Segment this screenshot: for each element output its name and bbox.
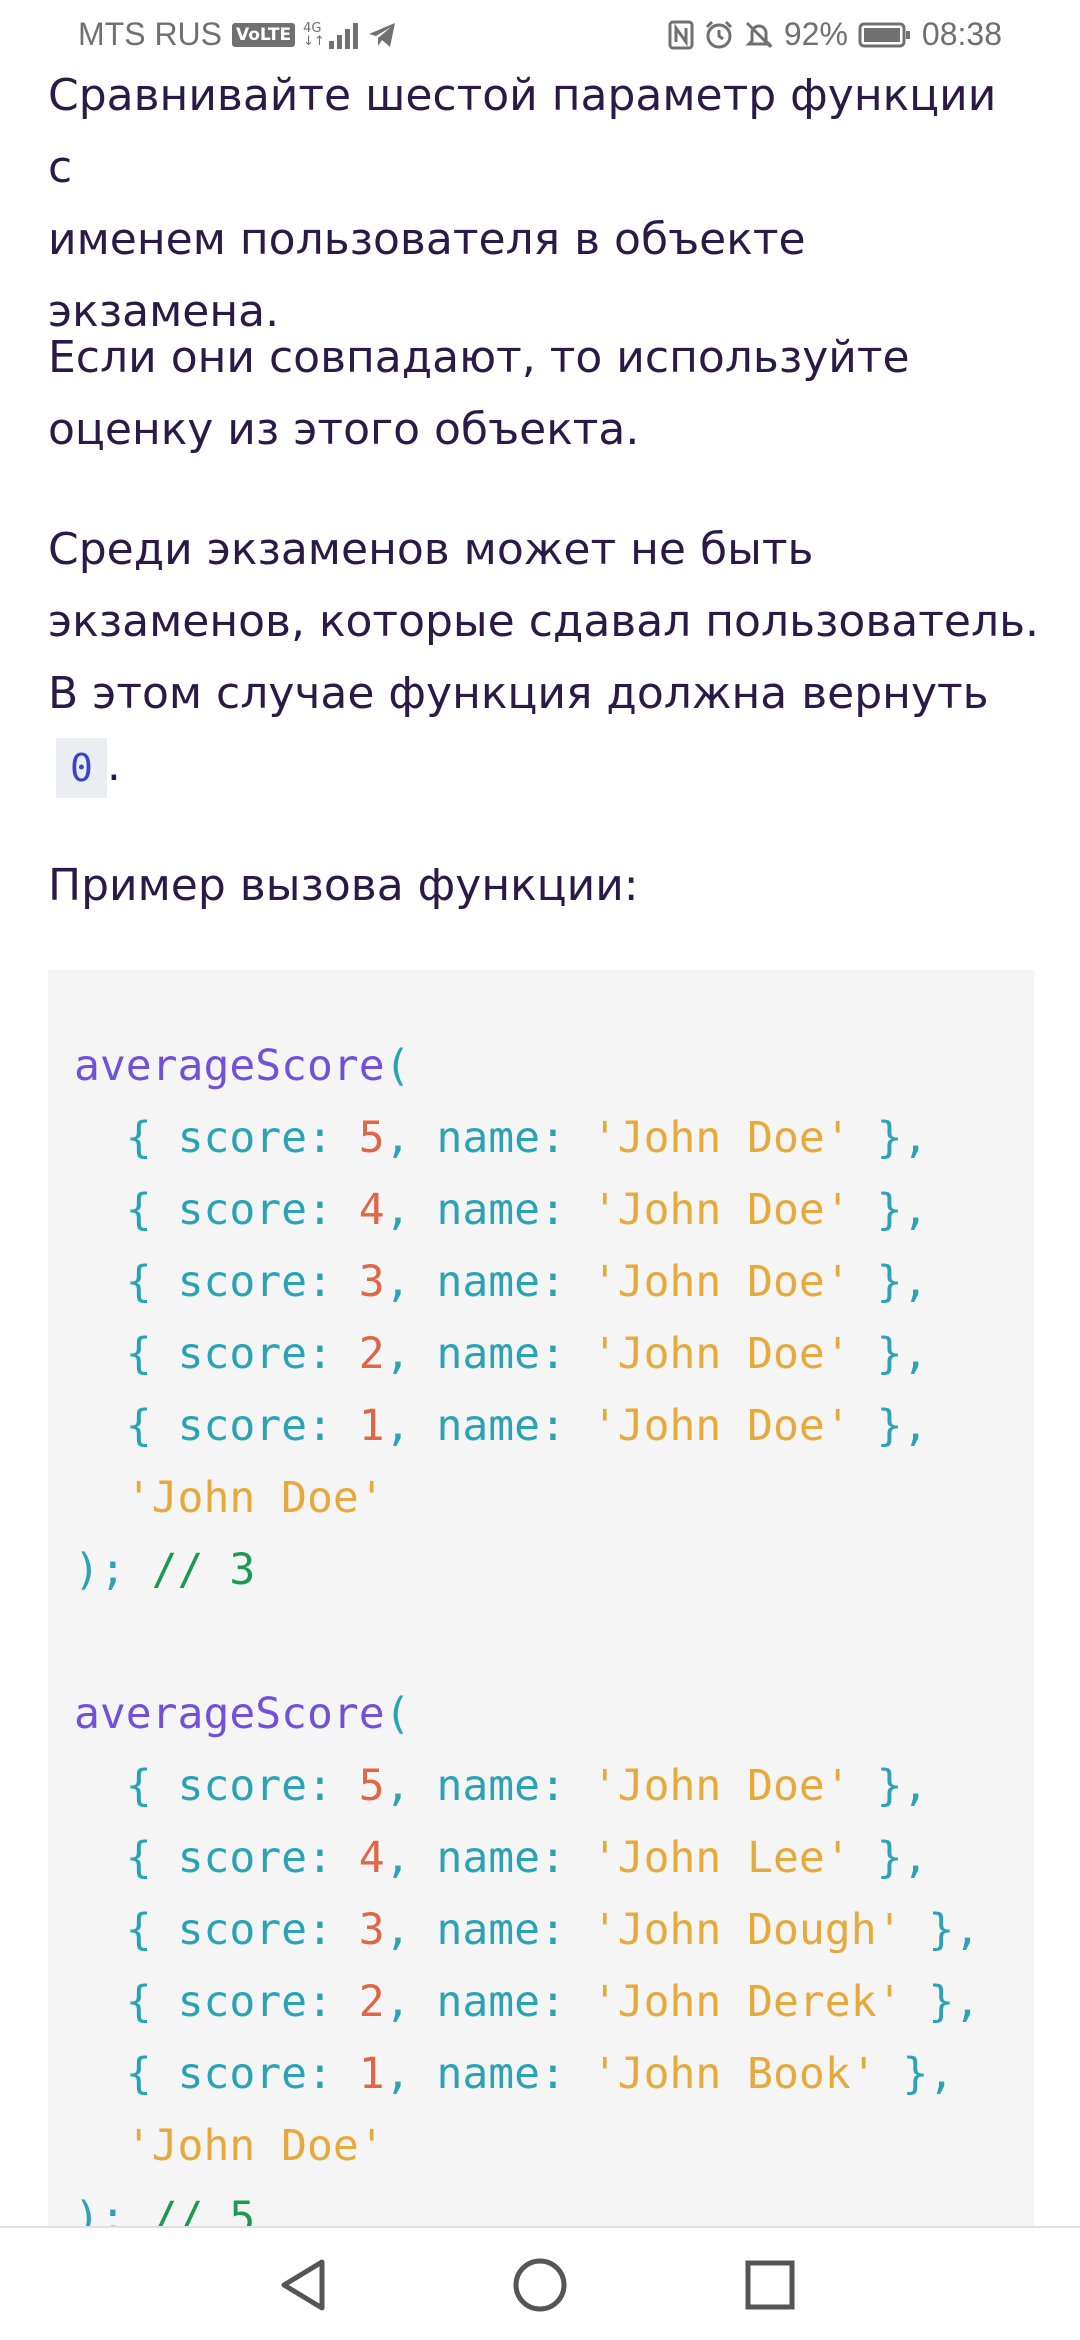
code-line: { score: 2, name: 'John Derek' }, [125,1977,981,2027]
code-line: { score: 5, name: 'John Doe' }, [125,1113,929,1163]
paragraph-line: Среди экзаменов может не быть [48,524,814,575]
paragraph-2: Если они совпадают, то используйте оценк… [48,322,910,466]
code-line: { score: 4, name: 'John Lee' }, [125,1833,929,1883]
paragraph-1: Сравнивайте шестой параметр функции с им… [48,60,1034,348]
paragraph-line: оценку из этого объекта. [48,404,640,455]
code-line: { score: 5, name: 'John Doe' }, [125,1761,929,1811]
code-line: { score: 4, name: 'John Doe' }, [125,1185,929,1235]
home-button[interactable] [505,2250,575,2320]
code-line: { score: 1, name: 'John Book' }, [125,2049,955,2099]
inline-code-zero: 0 [56,738,107,798]
battery-icon [858,22,910,47]
carrier-name: MTS RUS [78,16,222,52]
period: . [106,740,121,791]
signal-icon [328,22,358,49]
network-type: 4G ↓↑ [303,20,325,49]
system-nav-bar [0,2226,1080,2340]
code-line: { score: 3, name: 'John Doe' }, [125,1257,929,1307]
clock: 08:38 [921,16,1002,52]
code-block: averageScore( { score: 5, name: 'John Do… [48,970,1034,2230]
code-line: { score: 2, name: 'John Doe' }, [125,1329,929,1379]
code-line: ); // 5 [74,2193,256,2230]
example-heading: Пример вызова функции: [48,860,639,911]
status-left: MTS RUS VoLTE 4G ↓↑ [78,16,397,53]
back-icon [281,2259,325,2311]
paragraph-line: именем пользователя в объекте [48,214,806,265]
recents-icon [745,2260,795,2310]
code-line: { score: 1, name: 'John Doe' }, [125,1401,929,1451]
code-line: averageScore( [74,1689,411,1739]
back-button[interactable] [270,2250,340,2320]
paragraph-3: Среди экзаменов может не быть экзаменов,… [48,514,1048,802]
code-line: 'John Doe' [125,2121,385,2171]
battery-percent: 92% [783,16,848,52]
alarm-icon [705,20,732,48]
paragraph-line: 0. [48,730,1048,802]
paragraph-line: Сравнивайте шестой параметр функции с [48,70,997,193]
code-line: 'John Doe' [125,1473,385,1523]
paragraph-line: Если они совпадают, то используйте [48,332,910,383]
telegram-icon [368,22,395,47]
home-icon [513,2258,567,2312]
recents-button[interactable] [735,2250,805,2320]
paragraph-line: В этом случае функция должна вернуть [48,668,989,719]
nfc-icon [668,20,694,49]
code-line: { score: 3, name: 'John Dough' }, [125,1905,981,1955]
code-line: averageScore( [74,1041,411,1091]
code-line: ); // 3 [74,1545,256,1595]
paragraph-line: экзаменов, которые сдавал пользователь. [48,596,1039,647]
mute-icon [745,21,773,48]
volte-icon: VoLTE [232,22,296,47]
paragraph-4: Пример вызова функции: [48,850,639,922]
status-right: 92% 08:38 [668,16,1002,53]
